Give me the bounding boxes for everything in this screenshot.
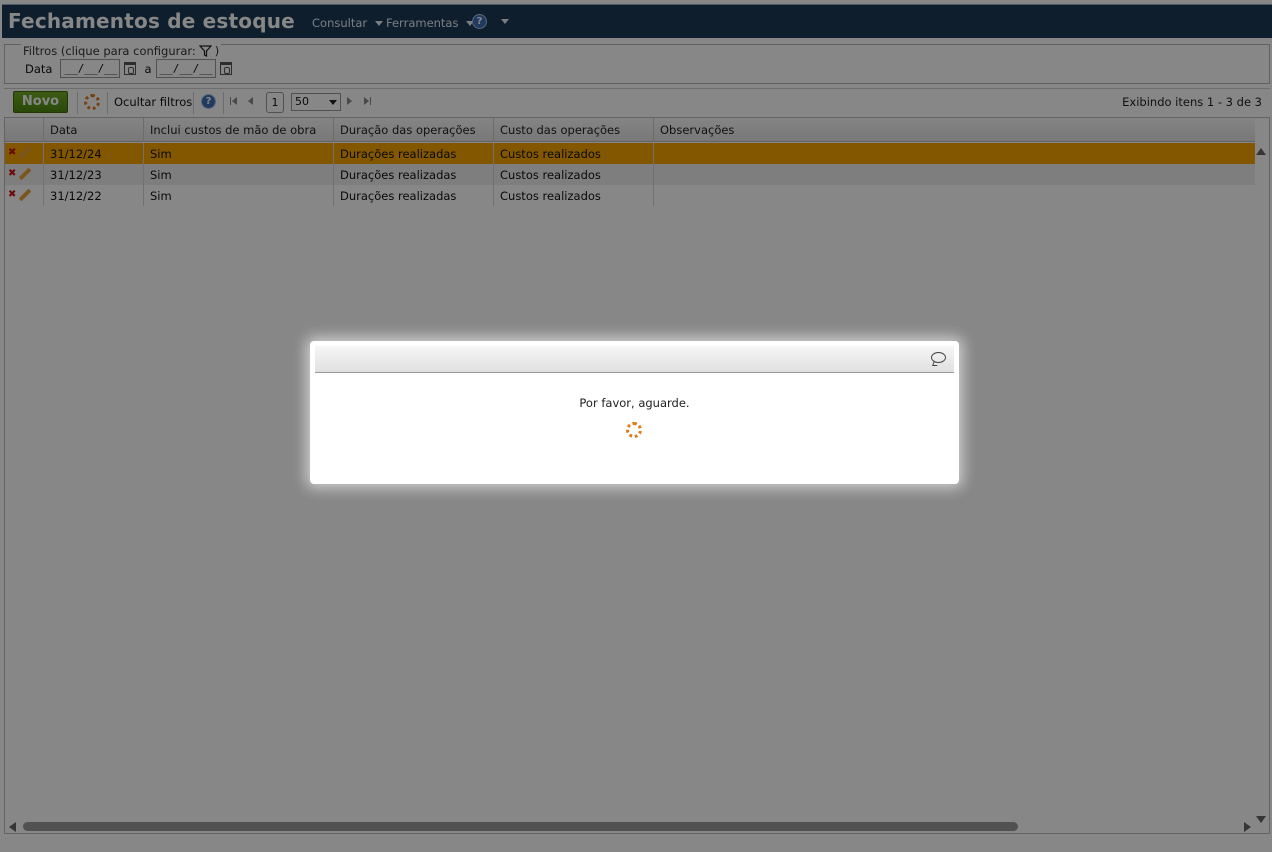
dialog-header <box>315 346 954 373</box>
loading-dialog: Por favor, aguarde. <box>310 341 959 484</box>
loading-message: Por favor, aguarde. <box>579 396 690 410</box>
speech-bubble-icon <box>931 352 946 363</box>
loading-spinner-icon <box>626 422 642 438</box>
